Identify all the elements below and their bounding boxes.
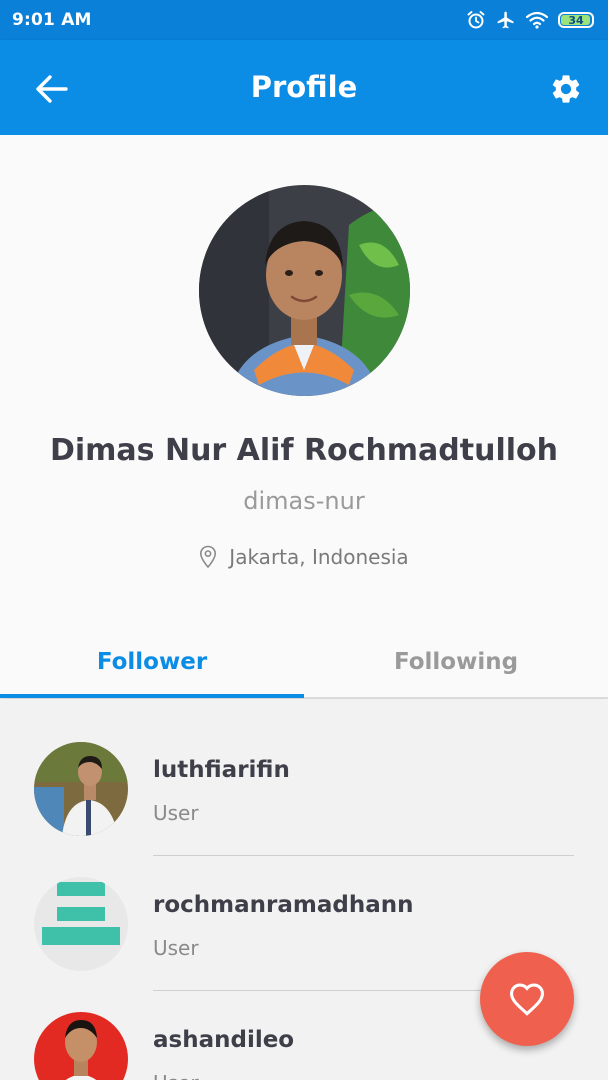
favorite-fab-button[interactable] [480, 952, 574, 1046]
battery-level: 34 [568, 13, 584, 27]
heart-icon [509, 983, 545, 1016]
follower-username: rochmanramadhann [153, 892, 414, 918]
follower-role: User [153, 801, 199, 825]
status-icons: 34 [466, 10, 594, 30]
wifi-icon [526, 11, 548, 29]
status-time: 9:01 AM [12, 10, 92, 30]
gear-icon [552, 75, 580, 103]
battery-icon: 34 [558, 12, 594, 28]
alarm-icon [467, 11, 485, 29]
list-item[interactable]: rochmanramadhann User [0, 834, 608, 991]
location-text: Jakarta, Indonesia [229, 545, 409, 569]
avatar [34, 742, 128, 836]
active-tab-indicator [0, 694, 304, 698]
tab-following[interactable]: Following [304, 625, 608, 698]
tab-bar: Follower Following [0, 625, 608, 698]
follower-username: luthfiarifin [153, 757, 290, 783]
settings-button[interactable] [544, 67, 588, 111]
follower-role: User [153, 936, 199, 960]
profile-header: Dimas Nur Alif Rochmadtulloh dimas-nur J… [0, 135, 608, 697]
avatar [34, 877, 128, 971]
tab-follower[interactable]: Follower [0, 625, 304, 698]
profile-location: Jakarta, Indonesia [0, 545, 608, 569]
airplane-icon [497, 11, 514, 29]
profile-username: dimas-nur [243, 487, 365, 515]
profile-avatar[interactable] [199, 185, 410, 396]
profile-name: Dimas Nur Alif Rochmadtulloh [49, 433, 559, 468]
profile-photo [199, 185, 410, 396]
list-item[interactable]: luthfiarifin User [0, 699, 608, 856]
avatar [34, 1012, 128, 1080]
follower-role: User [153, 1071, 199, 1080]
status-bar: 9:01 AM 34 [0, 0, 608, 40]
app-bar: Profile [0, 40, 608, 135]
page-title: Profile [250, 70, 358, 104]
location-pin-icon [200, 545, 217, 569]
follower-username: ashandileo [153, 1027, 295, 1053]
